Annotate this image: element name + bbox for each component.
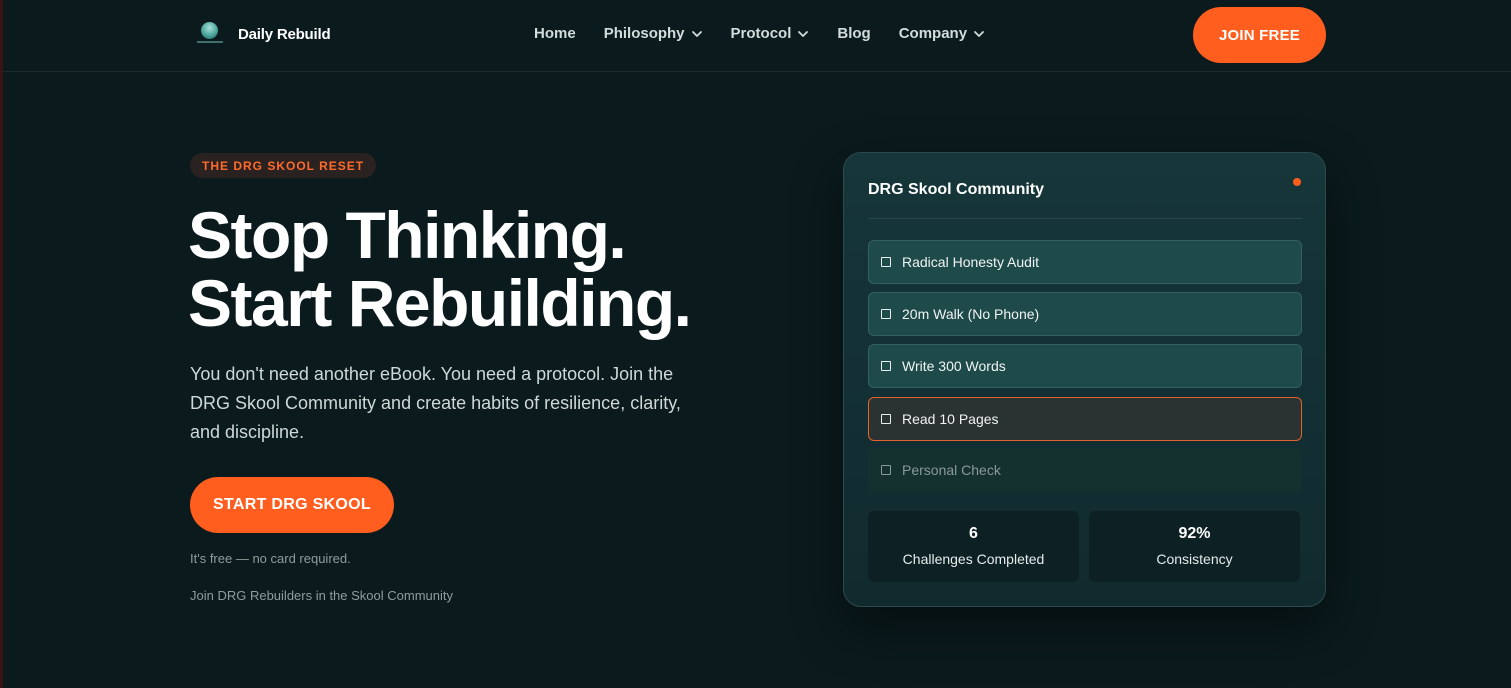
main-nav: Home Philosophy Protocol Blog Company [534,25,985,42]
nav-item-philosophy[interactable]: Philosophy [604,25,703,42]
hero-headline: Stop Thinking. Start Rebuilding. [188,201,748,337]
nav-item-protocol[interactable]: Protocol [731,25,810,42]
task-item-active[interactable]: Read 10 Pages [868,397,1302,441]
stat-label: Consistency [1156,551,1233,567]
chevron-down-icon [691,30,702,37]
task-label: 20m Walk (No Phone) [902,306,1040,322]
checkbox-icon[interactable] [881,309,891,319]
nav-item-blog[interactable]: Blog [837,25,870,42]
checkbox-icon[interactable] [881,465,891,475]
stat-value: 6 [969,525,978,542]
nav-item-label: Home [534,25,576,42]
join-free-button[interactable]: JOIN FREE [1193,7,1326,63]
task-item[interactable]: Radical Honesty Audit [868,240,1302,284]
wave-disc-logo-icon [196,20,226,48]
headline-line-2: Start Rebuilding. [188,266,692,340]
stat-consistency: 92% Consistency [1089,511,1300,582]
task-item[interactable]: 20m Walk (No Phone) [868,292,1302,336]
task-item[interactable]: Write 300 Words [868,344,1302,388]
task-label: Radical Honesty Audit [902,254,1039,270]
window-left-edge [0,0,3,688]
free-note: It's free — no card required. [190,551,351,566]
headline-line-1: Stop Thinking. [188,198,627,272]
checkbox-icon[interactable] [881,257,891,267]
site-header: Daily Rebuild Home Philosophy Protocol B… [3,0,1511,72]
checkbox-icon[interactable] [881,414,891,424]
card-title: DRG Skool Community [868,181,1045,198]
task-label: Write 300 Words [902,358,1006,374]
nav-item-label: Protocol [730,25,792,42]
community-note: Join DRG Rebuilders in the Skool Communi… [190,588,453,603]
brand-logo[interactable]: Daily Rebuild [196,20,331,48]
brand-name: Daily Rebuild [238,25,331,43]
hero-badge: THE DRG SKOOL RESET [190,153,377,178]
community-card: DRG Skool Community Radical Honesty Audi… [843,152,1326,607]
checkbox-icon[interactable] [881,361,891,371]
stat-label: Challenges Completed [902,551,1045,567]
nav-item-company[interactable]: Company [899,25,985,42]
nav-item-label: Company [898,25,968,42]
nav-item-label: Philosophy [603,25,685,42]
hero-subtext: You don't need another eBook. You need a… [190,364,681,442]
task-label: Personal Check [902,462,1001,478]
stat-value: 92% [1178,525,1211,542]
card-divider [868,218,1302,219]
start-drg-skool-button[interactable]: START DRG SKOOL [190,477,394,533]
chevron-down-icon [974,30,984,37]
stat-challenges: 6 Challenges Completed [868,511,1079,582]
task-label: Read 10 Pages [902,411,999,427]
task-item-faded[interactable]: Personal Check [868,448,1302,492]
chevron-down-icon [798,30,809,37]
nav-item-label: Blog [837,25,871,42]
nav-item-home[interactable]: Home [534,25,576,42]
status-dot-icon [1293,178,1301,186]
